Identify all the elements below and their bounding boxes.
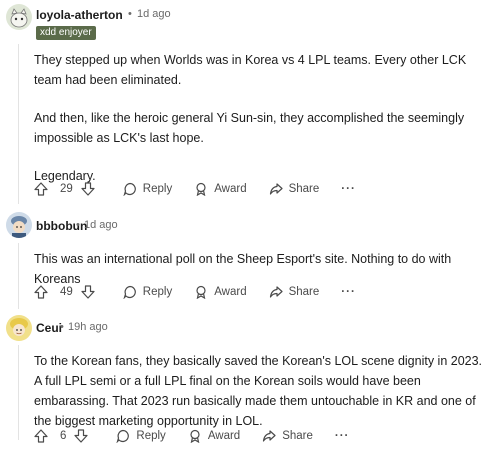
comment-actions: 49 Reply Award Share ··· xyxy=(34,281,378,303)
reply-label: Reply xyxy=(142,286,173,298)
upvote-icon[interactable] xyxy=(34,429,48,443)
comment-actions: 6 Reply Award Share ··· xyxy=(34,425,371,447)
share-label: Share xyxy=(282,430,313,442)
downvote-icon[interactable] xyxy=(81,285,95,299)
comment-bubble-icon xyxy=(123,285,136,299)
user-flair: xdd enjoyer xyxy=(36,26,96,40)
comment-loyola-atherton: loyola-atherton • 1d ago xdd enjoyer The… xyxy=(0,0,500,205)
share-button[interactable]: Share xyxy=(269,182,320,196)
meta-separator: • xyxy=(60,321,64,333)
vote-count: 49 xyxy=(60,286,73,298)
more-options-button[interactable]: ··· xyxy=(335,430,350,442)
vote-count: 6 xyxy=(60,430,67,442)
avatar-cat-icon xyxy=(6,4,32,30)
share-label: Share xyxy=(288,286,320,298)
award-button[interactable]: Award xyxy=(194,285,247,299)
share-label: Share xyxy=(288,183,320,195)
comment-bubble-icon xyxy=(123,182,136,196)
vote-count: 29 xyxy=(60,183,73,195)
comment-author[interactable]: loyola-atherton xyxy=(36,8,123,22)
upvote-icon[interactable] xyxy=(34,182,48,196)
award-icon xyxy=(196,182,206,196)
share-icon xyxy=(269,286,283,298)
comment-ceui: Ceui • 19h ago To the Korean fans, they … xyxy=(0,310,500,443)
vote-group: 29 xyxy=(34,182,101,196)
award-icon xyxy=(196,285,206,299)
more-options-button[interactable]: ··· xyxy=(341,286,356,298)
avatar[interactable] xyxy=(6,315,32,341)
thread-line[interactable] xyxy=(18,243,19,309)
vote-group: 6 xyxy=(34,429,94,443)
award-button[interactable]: Award xyxy=(188,429,240,443)
avatar[interactable] xyxy=(6,4,32,30)
reply-label: Reply xyxy=(136,430,166,442)
comment-bubble-icon xyxy=(116,429,130,443)
reply-label: Reply xyxy=(142,183,173,195)
award-icon xyxy=(190,429,200,443)
comment-age[interactable]: 1d ago xyxy=(137,8,171,20)
meta-separator: • xyxy=(76,219,80,231)
comment-age[interactable]: 1d ago xyxy=(84,219,118,231)
comment-paragraph: They stepped up when Worlds was in Korea… xyxy=(34,53,467,87)
thread-line[interactable] xyxy=(18,44,19,204)
award-button[interactable]: Award xyxy=(194,182,247,196)
reply-button[interactable]: Reply xyxy=(123,285,172,299)
award-label: Award xyxy=(214,183,247,195)
vote-group: 49 xyxy=(34,285,101,299)
comment-actions: 29 Reply Award Share ··· xyxy=(34,178,378,200)
comment-paragraph: And then, like the heroic general Yi Sun… xyxy=(34,111,465,145)
share-icon xyxy=(263,430,276,442)
upvote-icon[interactable] xyxy=(34,285,48,299)
avatar-character-icon xyxy=(6,315,32,341)
comment-author[interactable]: Ceui xyxy=(36,321,62,335)
reply-button[interactable]: Reply xyxy=(116,429,166,443)
share-button[interactable]: Share xyxy=(262,429,313,443)
comment-paragraph: To the Korean fans, they basically saved… xyxy=(34,354,483,428)
share-button[interactable]: Share xyxy=(269,285,320,299)
more-options-button[interactable]: ··· xyxy=(341,183,356,195)
award-label: Award xyxy=(207,430,241,442)
avatar[interactable] xyxy=(6,212,32,238)
meta-separator: • xyxy=(128,8,132,20)
award-label: Award xyxy=(214,286,247,298)
downvote-icon[interactable] xyxy=(81,182,95,196)
reply-button[interactable]: Reply xyxy=(123,182,172,196)
share-icon xyxy=(269,183,283,195)
comment-age[interactable]: 19h ago xyxy=(68,321,108,333)
thread-line[interactable] xyxy=(18,345,19,440)
downvote-icon[interactable] xyxy=(74,429,89,443)
avatar-character-icon xyxy=(6,212,32,238)
comment-bbbobun: bbbobun • 1d ago This was an internation… xyxy=(0,205,500,310)
